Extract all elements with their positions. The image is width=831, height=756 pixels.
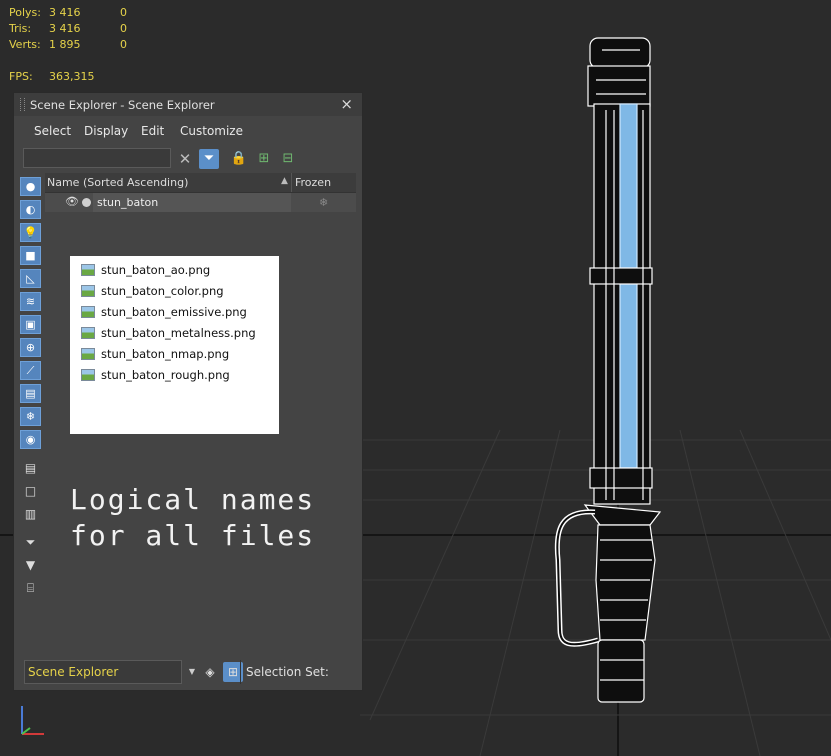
spacewarp-icon[interactable]: ≋ <box>20 292 41 311</box>
visibility-eye-icon[interactable]: 👁 <box>65 195 79 208</box>
divider <box>240 660 241 684</box>
object-name-cell[interactable]: stun_baton <box>93 193 291 212</box>
lock-icon[interactable]: 🔒 <box>229 149 249 169</box>
file-name: stun_baton_emissive.png <box>101 305 247 319</box>
polys-row: Polys: 3 416 0 <box>9 5 169 21</box>
verts-label: Verts: <box>9 38 41 51</box>
light-icon[interactable]: 💡 <box>20 223 41 242</box>
tris-label: Tris: <box>9 22 32 35</box>
image-file-icon <box>81 285 95 297</box>
container-icon[interactable]: ▤ <box>20 384 41 403</box>
caption-line-1: Logical names <box>70 483 316 516</box>
panel-title: Scene Explorer - Scene Explorer <box>30 98 215 112</box>
caption-line-2: for all files <box>70 519 316 552</box>
scene-explorer-selected: Scene Explorer <box>28 665 119 679</box>
frozen-icon[interactable]: ❄ <box>20 407 41 426</box>
table-row[interactable]: 👁 stun_baton ❄ <box>45 193 356 212</box>
file-name: stun_baton_metalness.png <box>101 326 256 340</box>
close-button[interactable]: × <box>340 95 353 113</box>
explorer-toolbar: ✕ ⏷ 🔒 ⊞ ⊟ <box>14 147 362 171</box>
menu-display[interactable]: Display <box>84 124 128 138</box>
selection-set-label: Selection Set: <box>246 665 329 679</box>
clear-search-icon[interactable]: ✕ <box>175 149 195 169</box>
funnel-icon[interactable]: ▼ <box>20 556 41 575</box>
polys-total: 3 416 <box>49 6 81 19</box>
verts-selected: 0 <box>120 38 127 51</box>
fps-row: FPS: 363,315 <box>9 69 169 85</box>
scene-explorer-dropdown[interactable]: Scene Explorer ▼ <box>24 660 195 684</box>
geometry-icon[interactable]: ● <box>20 177 41 196</box>
menu-bar: Select Display Edit Customize <box>14 120 362 142</box>
file-name: stun_baton_ao.png <box>101 263 211 277</box>
column-frozen[interactable]: Frozen <box>295 176 331 189</box>
object-name: stun_baton <box>97 196 159 209</box>
column-divider[interactable] <box>291 173 292 192</box>
fps-label: FPS: <box>9 70 33 83</box>
fps-value: 363,315 <box>49 70 95 83</box>
helper-icon[interactable]: ◺ <box>20 269 41 288</box>
file-name: stun_baton_rough.png <box>101 368 230 382</box>
column-name[interactable]: Name (Sorted Ascending) <box>47 176 188 189</box>
display-all-icon[interactable]: ▤ <box>20 459 41 478</box>
layers-icon[interactable]: ◈ <box>200 662 220 682</box>
file-name: stun_baton_nmap.png <box>101 347 230 361</box>
polys-label: Polys: <box>9 6 41 19</box>
shape-icon[interactable]: ◐ <box>20 200 41 219</box>
sort-ascending-icon: ▲ <box>281 176 288 186</box>
frozen-toggle-icon[interactable]: ❄ <box>319 196 328 209</box>
explorer-bottom-bar: Scene Explorer ▼ ◈ ⊞ Selection Set: <box>22 660 362 686</box>
object-dot-icon <box>82 198 91 207</box>
caption-text: Logical names for all files <box>70 482 360 554</box>
image-file-icon <box>81 348 95 360</box>
verts-row: Verts: 1 895 0 <box>9 37 169 53</box>
menu-edit[interactable]: Edit <box>141 124 164 138</box>
file-name: stun_baton_color.png <box>101 284 224 298</box>
image-file-icon <box>81 306 95 318</box>
xref-icon[interactable]: ⊕ <box>20 338 41 357</box>
polys-selected: 0 <box>120 6 127 19</box>
image-file-icon <box>81 369 95 381</box>
drag-grip-icon[interactable] <box>20 98 25 111</box>
filter-sidebar: ● ◐ 💡 ■ ◺ ≋ ▣ ⊕ ⟋ ▤ ❄ ◉ ▤ □ ▥ ⏷ ▼ ⌸ <box>16 174 44 614</box>
hierarchy-icon[interactable]: ⊞ <box>254 149 274 169</box>
invert-icon[interactable]: ▥ <box>20 505 41 524</box>
texture-file-list: stun_baton_ao.png stun_baton_color.png s… <box>70 256 279 434</box>
menu-customize[interactable]: Customize <box>180 124 243 138</box>
image-file-icon <box>81 327 95 339</box>
tris-selected: 0 <box>120 22 127 35</box>
verts-total: 1 895 <box>49 38 81 51</box>
filter-icon[interactable]: ⏷ <box>199 149 219 169</box>
viewport-statistics: Polys: 3 416 0 Tris: 3 416 0 Verts: 1 89… <box>9 5 169 85</box>
tris-row: Tris: 3 416 0 <box>9 21 169 37</box>
tris-total: 3 416 <box>49 22 81 35</box>
menu-select[interactable]: Select <box>34 124 71 138</box>
search-input[interactable] <box>23 148 171 168</box>
bone-icon[interactable]: ⟋ <box>20 361 41 380</box>
hidden-icon[interactable]: ◉ <box>20 430 41 449</box>
filter-toggle-icon[interactable]: ⏷ <box>20 533 41 552</box>
image-file-icon <box>81 264 95 276</box>
column-header: Name (Sorted Ascending) ▲ Frozen <box>45 173 356 193</box>
display-none-icon[interactable]: □ <box>20 482 41 501</box>
camera-icon[interactable]: ■ <box>20 246 41 265</box>
group-icon[interactable]: ▣ <box>20 315 41 334</box>
scene-explorer-titlebar[interactable]: Scene Explorer - Scene Explorer × <box>14 93 362 116</box>
chevron-down-icon[interactable]: ▼ <box>189 667 195 676</box>
hierarchy-expand-icon[interactable]: ⊟ <box>278 149 298 169</box>
layer-icon[interactable]: ⌸ <box>20 579 41 598</box>
